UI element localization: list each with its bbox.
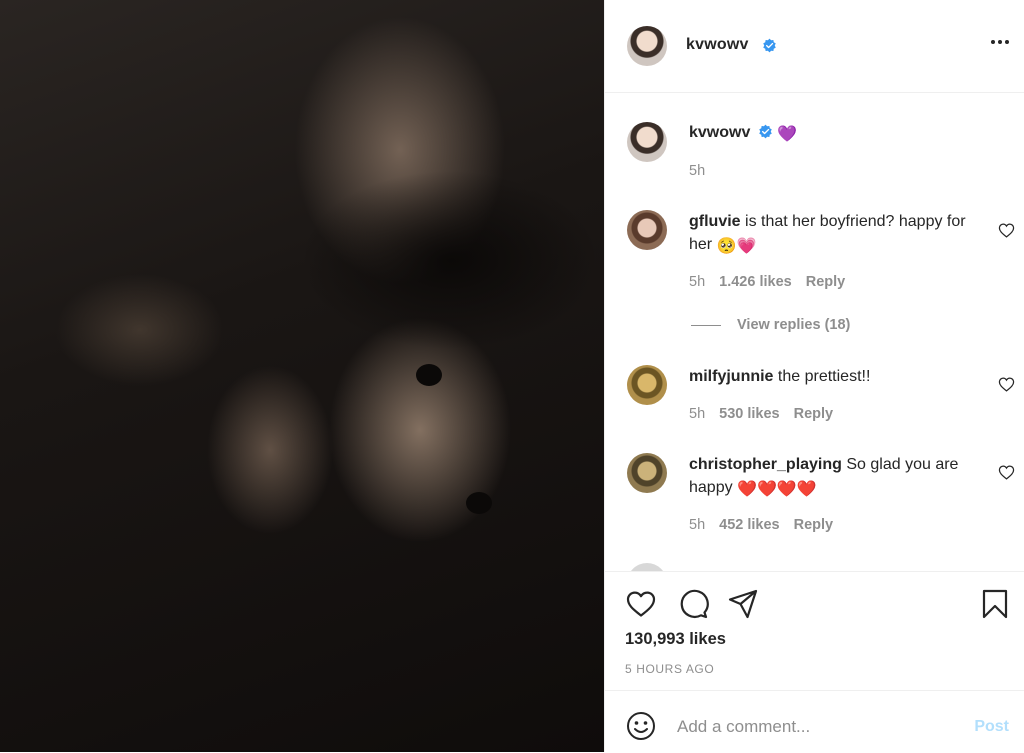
photo-eye-1 <box>416 364 442 386</box>
photo-eye-2 <box>466 492 492 514</box>
post-photo[interactable] <box>0 0 604 752</box>
comment-emoji: 🥺💗 <box>716 238 757 255</box>
comment-username[interactable]: christopher_playing <box>689 456 842 473</box>
like-comment-heart-icon[interactable] <box>998 222 1015 239</box>
reply-button[interactable]: Reply <box>794 406 834 422</box>
view-replies-line <box>691 324 721 326</box>
comment-time[interactable]: 5h <box>689 406 705 422</box>
comment-text: christopher_playing So glad you are happ… <box>689 453 979 501</box>
caption-author-avatar[interactable] <box>627 122 667 162</box>
post-actions: 130,993 likes 5 HOURS AGO <box>605 571 1024 691</box>
post-timestamp[interactable]: 5 HOURS AGO <box>625 662 714 676</box>
like-comment-heart-icon[interactable] <box>998 376 1015 393</box>
caption-time[interactable]: 5h <box>689 163 705 179</box>
author-avatar[interactable] <box>627 26 667 66</box>
comment-likes[interactable]: 452 likes <box>719 517 779 533</box>
caption-text: kvwowv 💜 <box>689 121 979 146</box>
likes-count[interactable]: 130,993 likes <box>625 630 726 649</box>
comment-avatar-partial[interactable] <box>627 563 667 571</box>
comment-time[interactable]: 5h <box>689 517 705 533</box>
comment-username[interactable]: gfluvie <box>689 213 741 230</box>
comment-avatar[interactable] <box>627 365 667 405</box>
comment-text: gfluvie is that her boyfriend? happy for… <box>689 210 979 258</box>
comment-text: milfyjunnie the prettiest!! <box>689 365 979 388</box>
author-username[interactable]: kvwowv <box>686 36 749 54</box>
bookmark-icon[interactable] <box>979 588 1011 620</box>
post-header: kvwowv <box>605 0 1024 93</box>
post-side-panel: kvwowv kvwowv 💜 5h gfluvie is that her b… <box>604 0 1024 752</box>
comment-body: the prettiest!! <box>777 368 871 385</box>
comment-meta: 5h 530 likes Reply <box>689 406 833 422</box>
heart-icon[interactable] <box>625 588 657 620</box>
more-options-icon[interactable] <box>991 40 1009 44</box>
caption-username[interactable]: kvwowv <box>689 124 750 141</box>
comment-avatar[interactable] <box>627 210 667 250</box>
post-comment-button[interactable]: Post <box>974 718 1009 736</box>
comment-likes[interactable]: 1.426 likes <box>719 274 792 290</box>
paper-plane-icon[interactable] <box>727 588 759 620</box>
caption-meta: 5h <box>689 163 705 179</box>
comment-bubble-icon[interactable] <box>677 588 709 620</box>
comment-likes[interactable]: 530 likes <box>719 406 779 422</box>
comment-username[interactable]: milfyjunnie <box>689 368 773 385</box>
comment-meta: 5h 452 likes Reply <box>689 517 833 533</box>
comments-list[interactable]: kvwowv 💜 5h gfluvie is that her boyfrien… <box>605 93 1024 571</box>
comment-avatar[interactable] <box>627 453 667 493</box>
like-comment-heart-icon[interactable] <box>998 464 1015 481</box>
reply-button[interactable]: Reply <box>794 517 834 533</box>
view-replies-label: View replies (18) <box>737 317 851 333</box>
reply-button[interactable]: Reply <box>806 274 846 290</box>
smiley-icon[interactable] <box>625 710 657 742</box>
view-replies-button[interactable]: View replies (18) <box>691 317 850 333</box>
comment-meta: 5h 1.426 likes Reply <box>689 274 845 290</box>
verified-badge-icon <box>759 124 772 139</box>
comment-emoji: ❤️❤️❤️❤️ <box>737 481 817 498</box>
add-comment-input[interactable] <box>675 711 949 743</box>
verified-badge-icon <box>763 38 776 53</box>
comment-time[interactable]: 5h <box>689 274 705 290</box>
caption-emoji: 💜 <box>777 126 798 143</box>
add-comment-bar: Post <box>605 690 1024 753</box>
photo-hair-shadow <box>300 170 600 350</box>
